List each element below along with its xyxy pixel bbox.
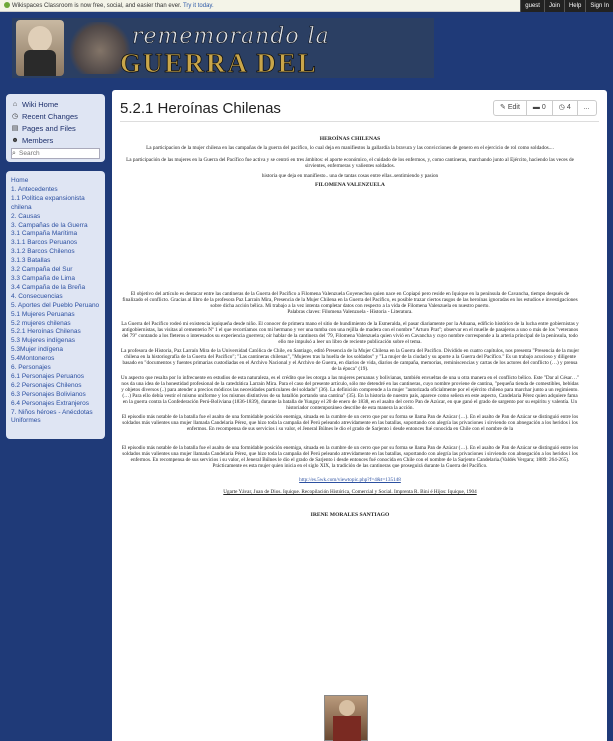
blank-space-3 xyxy=(120,498,580,512)
sign-in-link[interactable]: Sign In xyxy=(585,0,613,12)
article-paragraph-2: La Guerra del Pacífico rodeó mi existenc… xyxy=(121,321,579,345)
nav-members[interactable]: ☻ Members xyxy=(11,134,100,146)
nav-link-campanas[interactable]: 3. Campañas de la Guerra xyxy=(11,222,100,231)
edit-label: Edit xyxy=(507,104,520,111)
page-title: 5.2.1 Heroínas Chilenas xyxy=(120,100,281,117)
nav-link-campana-sur[interactable]: 3.2 Campaña del Sur xyxy=(11,266,100,275)
nav-link-mujeres-chilenas[interactable]: 5.2 mujeres chilenas xyxy=(11,320,100,329)
join-link[interactable]: Join xyxy=(543,0,564,12)
nav-link-mujeres-peruanas[interactable]: 5.1 Mujeres Peruanas xyxy=(11,311,100,320)
user-menu: guest Join Help Sign In xyxy=(520,0,613,12)
nav-link-mujeres-indigenas[interactable]: 5.3 Mujeres indígenas xyxy=(11,337,100,346)
article-paragraph-3: La profesora de Historia, Paz Larraín Mi… xyxy=(120,348,580,372)
nav-link-batallas[interactable]: 3.1.3 Batallas xyxy=(11,257,100,266)
nav-link-antecedentes[interactable]: 1. Antecedentes xyxy=(11,186,100,195)
citation: Ugarte Yávar, Juan de Dios. Iquique. Rec… xyxy=(223,489,477,495)
home-icon: ⌂ xyxy=(12,100,18,108)
nav-link-montoneros[interactable]: 5.4Montoneros xyxy=(11,355,100,364)
nav-link-campana-brena[interactable]: 3.4 Campaña de la Breña xyxy=(11,284,100,293)
article-intro-3: historia que deja en manifiesto.. una de… xyxy=(261,173,439,179)
nav-link-campana-maritima[interactable]: 3.1 Campaña Marítima xyxy=(11,230,100,239)
nav-link-consecuencias[interactable]: 4. Consecuencias xyxy=(11,293,100,302)
site-banner[interactable]: rememorando la GUERRA DEL PACÍFICO xyxy=(12,18,434,78)
nav-link-aportes[interactable]: 5. Aportes del Pueblo Peruano xyxy=(11,302,100,311)
nav-label: Wiki Home xyxy=(22,99,59,109)
article-paragraph-1: El objetivo del artículo es destacar ent… xyxy=(122,291,578,309)
banner-subtitle: rememorando la xyxy=(132,24,330,50)
nav-link-barcos-peruanos[interactable]: 3.1.1 Barcos Peruanos xyxy=(11,239,100,248)
nav-label: Recent Changes xyxy=(22,111,78,121)
nav-link-personajes-peruanos[interactable]: 6.1 Personajes Peruanos xyxy=(11,373,100,382)
edit-button[interactable]: ✎ Edit xyxy=(494,101,526,115)
nav-link-personajes[interactable]: 6. Personajes xyxy=(11,364,100,373)
history-button[interactable]: ◷ 4 xyxy=(551,101,577,115)
nav-link-barcos-chilenos[interactable]: 3.1.2 Barcos Chilenos xyxy=(11,248,100,257)
banner-title: GUERRA DEL PACÍFICO xyxy=(120,48,317,78)
article-paragraph-6: El episodio más notable de la batalla fu… xyxy=(121,445,579,469)
article-heading: HEROÍNAS CHILENAS xyxy=(319,136,381,142)
article-intro-2: La participación de las mujeres en la Gu… xyxy=(126,157,574,169)
nav-link-home[interactable]: Home xyxy=(11,177,100,186)
guest-label: guest xyxy=(520,0,544,12)
nav-link-heroinas-chilenas[interactable]: 5.2.1 Heroínas Chilenas xyxy=(11,328,100,337)
help-link[interactable]: Help xyxy=(563,0,585,12)
nav-pages-and-files[interactable]: ▤ Pages and Files xyxy=(11,122,100,134)
comments-button[interactable]: ▬ 0 xyxy=(525,101,552,115)
nav-link-campana-lima[interactable]: 3.3 Campaña de Lima xyxy=(11,275,100,284)
source-link[interactable]: http://es.5wk.com/viewtopic.php?f=4&t=13… xyxy=(120,477,580,483)
nav-label: Pages and Files xyxy=(22,123,76,133)
nav-link-ninos-heroes[interactable]: 7. Niños héroes - Anécdotas Uniformes xyxy=(11,409,100,427)
nav-label: Members xyxy=(22,135,54,145)
comment-icon: ▬ xyxy=(532,104,540,111)
nav-link-personajes-bolivianos[interactable]: 6.3 Personajes Bolivianos xyxy=(11,391,100,400)
irene-morales-photo xyxy=(324,695,368,741)
article-keywords: Palabras claves: Filomena Valenzuela - H… xyxy=(287,309,413,315)
article-body: HEROÍNAS CHILENAS La participacion de la… xyxy=(120,136,580,521)
comments-count: 0 xyxy=(541,104,546,111)
promo-link[interactable]: Try it today. xyxy=(183,3,214,9)
promo-text: Wikispaces Classroom is now free, social… xyxy=(12,3,182,9)
nav-link-mujer-indigena[interactable]: 5.3Mujer indígena xyxy=(11,346,100,355)
article-paragraph-5: El episodio más notable de la batalla fu… xyxy=(121,414,579,432)
search-icon: ⌕ xyxy=(12,149,16,157)
page-navigation: Home 1. Antecedentes 1.1 Política expans… xyxy=(6,171,105,439)
wikispaces-icon xyxy=(4,2,10,8)
nav-link-personajes-chilenos[interactable]: 6.2 Personajes Chilenos xyxy=(11,382,100,391)
pages-icon: ▤ xyxy=(11,125,19,132)
blank-space-2 xyxy=(120,435,580,445)
more-button[interactable]: ... xyxy=(576,101,596,115)
pencil-icon: ✎ xyxy=(500,104,506,111)
search-box: ⌕ xyxy=(11,148,100,159)
nav-recent-changes[interactable]: ◷ Recent Changes xyxy=(11,110,100,122)
nav-link-personajes-extranjeros[interactable]: 6.4 Personajes Extranjeros xyxy=(11,400,100,409)
section-heading-filomena: FILOMENA VALENZUELA xyxy=(315,182,385,188)
page-toolbar: ✎ Edit ▬ 0 ◷ 4 ... xyxy=(493,100,597,116)
main-content: 5.2.1 Heroínas Chilenas ✎ Edit ▬ 0 ◷ 4 .… xyxy=(112,90,607,741)
nav-wiki-home[interactable]: ⌂ Wiki Home xyxy=(11,98,100,110)
banner-portrait xyxy=(16,20,64,76)
history-count: 4 xyxy=(566,104,571,111)
title-divider xyxy=(120,121,599,122)
clock-icon: ◷ xyxy=(11,113,19,120)
blank-space xyxy=(120,191,580,291)
nav-link-causas[interactable]: 2. Causas xyxy=(11,213,100,222)
members-icon: ☻ xyxy=(11,136,19,144)
article-paragraph-4: Un aspecto que resalta por lo infrecuent… xyxy=(120,375,580,411)
article-intro-1: La participacion de la mujer chilena en … xyxy=(146,145,554,151)
promo-message: Wikispaces Classroom is now free, social… xyxy=(4,0,214,12)
wiki-nav: ⌂ Wiki Home ◷ Recent Changes ▤ Pages and Fi… xyxy=(6,94,105,162)
nav-link-politica-expansionista[interactable]: 1.1 Política expansionista chilena xyxy=(11,195,100,213)
section-heading-irene: IRENE MORALES SANTIAGO xyxy=(310,512,390,518)
history-icon: ◷ xyxy=(558,104,565,111)
search-input[interactable] xyxy=(19,149,99,158)
